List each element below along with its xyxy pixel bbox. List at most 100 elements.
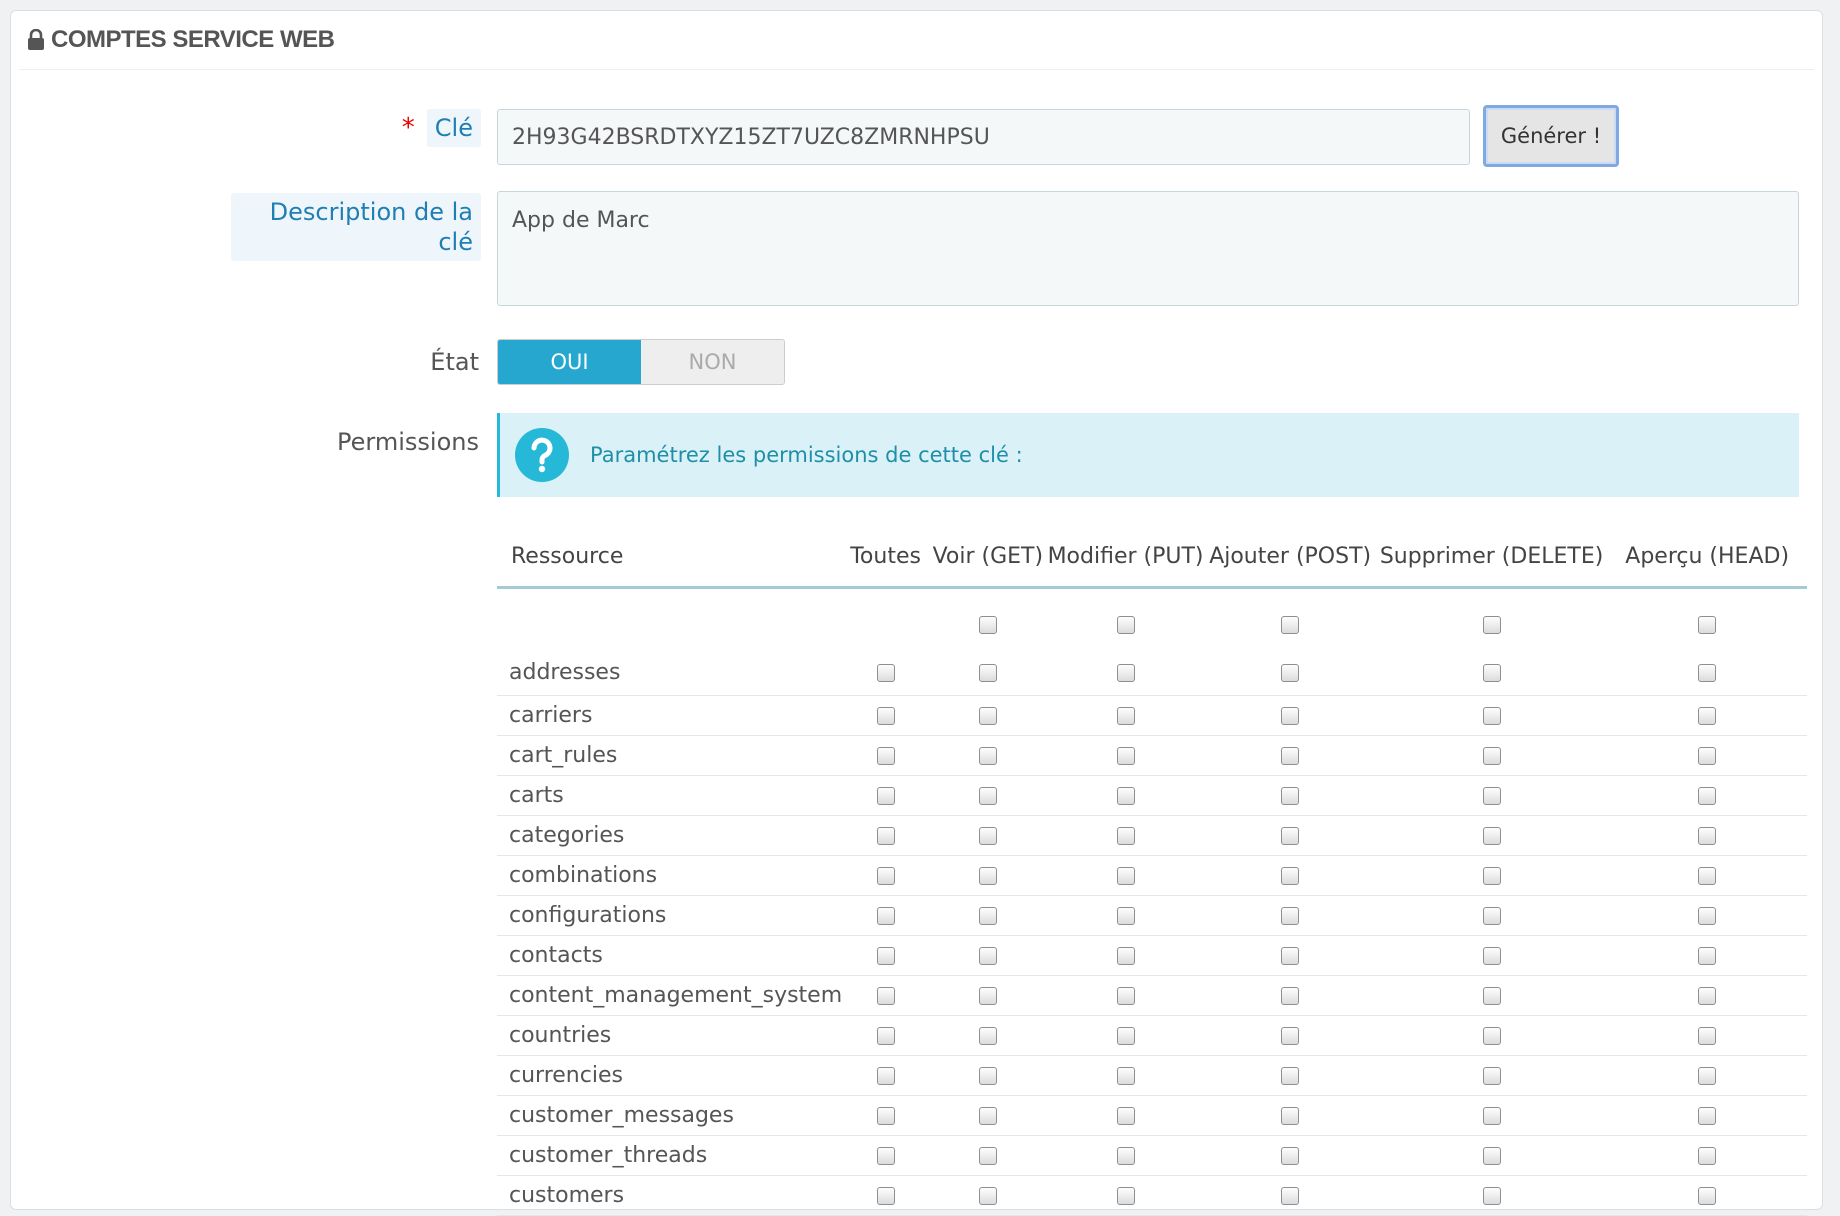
permission-checkbox[interactable] [1482,1186,1501,1205]
permission-checkbox[interactable] [1281,664,1300,683]
permission-checkbox[interactable] [876,906,895,925]
column-header: Modifier (PUT) [1046,527,1205,589]
permission-checkbox[interactable] [876,1186,895,1205]
permission-checkbox[interactable] [1482,664,1501,683]
permission-checkbox[interactable] [1281,946,1300,965]
status-off-option[interactable]: NON [641,340,784,384]
permission-checkbox[interactable] [1482,826,1501,845]
permission-checkbox[interactable] [1482,986,1501,1005]
permission-checkbox[interactable] [978,1146,997,1165]
permission-checkbox[interactable] [1698,906,1717,925]
permission-checkbox[interactable] [876,746,895,765]
permission-checkbox[interactable] [978,1186,997,1205]
key-label-row: * Clé [391,109,481,159]
permission-checkbox[interactable] [1281,706,1300,725]
permission-checkbox[interactable] [1281,746,1300,765]
permission-checkbox[interactable] [1116,1106,1135,1125]
permission-checkbox[interactable] [1482,706,1501,725]
permission-checkbox[interactable] [1482,1026,1501,1045]
permission-checkbox[interactable] [1698,1146,1717,1165]
permission-checkbox[interactable] [1281,906,1300,925]
select-all-checkbox[interactable] [1116,616,1135,635]
permission-checkbox[interactable] [876,664,895,683]
permission-checkbox[interactable] [876,1066,895,1085]
select-all-checkbox[interactable] [978,616,997,635]
status-on-option[interactable]: OUI [498,340,641,384]
select-all-checkbox[interactable] [1698,616,1717,635]
resource-name: customer_threads [497,1135,843,1176]
permission-checkbox[interactable] [1698,786,1717,805]
permission-checkbox[interactable] [1698,946,1717,965]
permission-checkbox[interactable] [1116,664,1135,683]
permission-checkbox[interactable] [876,866,895,885]
permission-checkbox[interactable] [1281,986,1300,1005]
permission-checkbox[interactable] [1482,1146,1501,1165]
permission-checkbox[interactable] [1116,706,1135,725]
permission-checkbox[interactable] [978,826,997,845]
permission-checkbox[interactable] [1698,1186,1717,1205]
permission-checkbox[interactable] [1281,1186,1300,1205]
permission-checkbox[interactable] [876,786,895,805]
permission-checkbox[interactable] [1281,1026,1300,1045]
permission-checkbox[interactable] [1116,906,1135,925]
permission-checkbox[interactable] [1281,1146,1300,1165]
generate-button[interactable]: Générer ! [1483,105,1619,167]
permission-checkbox[interactable] [1116,1066,1135,1085]
permission-checkbox[interactable] [1482,746,1501,765]
permission-checkbox[interactable] [1698,826,1717,845]
permission-checkbox[interactable] [1698,1026,1717,1045]
permission-checkbox[interactable] [978,706,997,725]
permission-checkbox[interactable] [978,746,997,765]
permission-checkbox[interactable] [1482,786,1501,805]
permission-checkbox[interactable] [876,1026,895,1045]
permission-checkbox[interactable] [1482,906,1501,925]
permission-checkbox[interactable] [1116,946,1135,965]
permission-checkbox[interactable] [1698,866,1717,885]
permission-checkbox[interactable] [1281,1106,1300,1125]
permission-checkbox[interactable] [1698,1106,1717,1125]
permission-checkbox[interactable] [1698,746,1717,765]
permission-checkbox[interactable] [978,906,997,925]
permission-checkbox[interactable] [876,706,895,725]
permission-checkbox[interactable] [1281,786,1300,805]
permission-checkbox[interactable] [876,826,895,845]
permission-checkbox[interactable] [978,866,997,885]
status-switch[interactable]: OUI NON [497,339,785,385]
permission-checkbox[interactable] [978,946,997,965]
permission-checkbox[interactable] [978,786,997,805]
permission-checkbox[interactable] [1116,1146,1135,1165]
key-input[interactable] [497,109,1470,165]
permission-checkbox[interactable] [978,1106,997,1125]
permission-checkbox[interactable] [1116,866,1135,885]
select-all-checkbox[interactable] [1281,616,1300,635]
description-textarea[interactable]: App de Marc [497,191,1799,306]
permission-checkbox[interactable] [1698,1066,1717,1085]
permission-checkbox[interactable] [876,1146,895,1165]
permission-checkbox[interactable] [978,1066,997,1085]
permission-checkbox[interactable] [1482,866,1501,885]
permission-checkbox[interactable] [876,986,895,1005]
resource-name: cart_rules [497,735,843,776]
permission-checkbox[interactable] [1116,826,1135,845]
resource-name: combinations [497,855,843,896]
permission-checkbox[interactable] [978,664,997,683]
permission-checkbox[interactable] [1116,1186,1135,1205]
permission-checkbox[interactable] [1281,826,1300,845]
permission-checkbox[interactable] [876,1106,895,1125]
permission-checkbox[interactable] [1482,1066,1501,1085]
permission-checkbox[interactable] [1698,706,1717,725]
permission-checkbox[interactable] [978,986,997,1005]
permission-checkbox[interactable] [1116,1026,1135,1045]
permission-checkbox[interactable] [1116,786,1135,805]
permission-checkbox[interactable] [1482,946,1501,965]
permission-checkbox[interactable] [1116,986,1135,1005]
select-all-checkbox[interactable] [1482,616,1501,635]
permission-checkbox[interactable] [1698,664,1717,683]
permission-checkbox[interactable] [876,946,895,965]
permission-checkbox[interactable] [1116,746,1135,765]
permission-checkbox[interactable] [1281,1066,1300,1085]
permission-checkbox[interactable] [1281,866,1300,885]
permission-checkbox[interactable] [1698,986,1717,1005]
permission-checkbox[interactable] [1482,1106,1501,1125]
permission-checkbox[interactable] [978,1026,997,1045]
